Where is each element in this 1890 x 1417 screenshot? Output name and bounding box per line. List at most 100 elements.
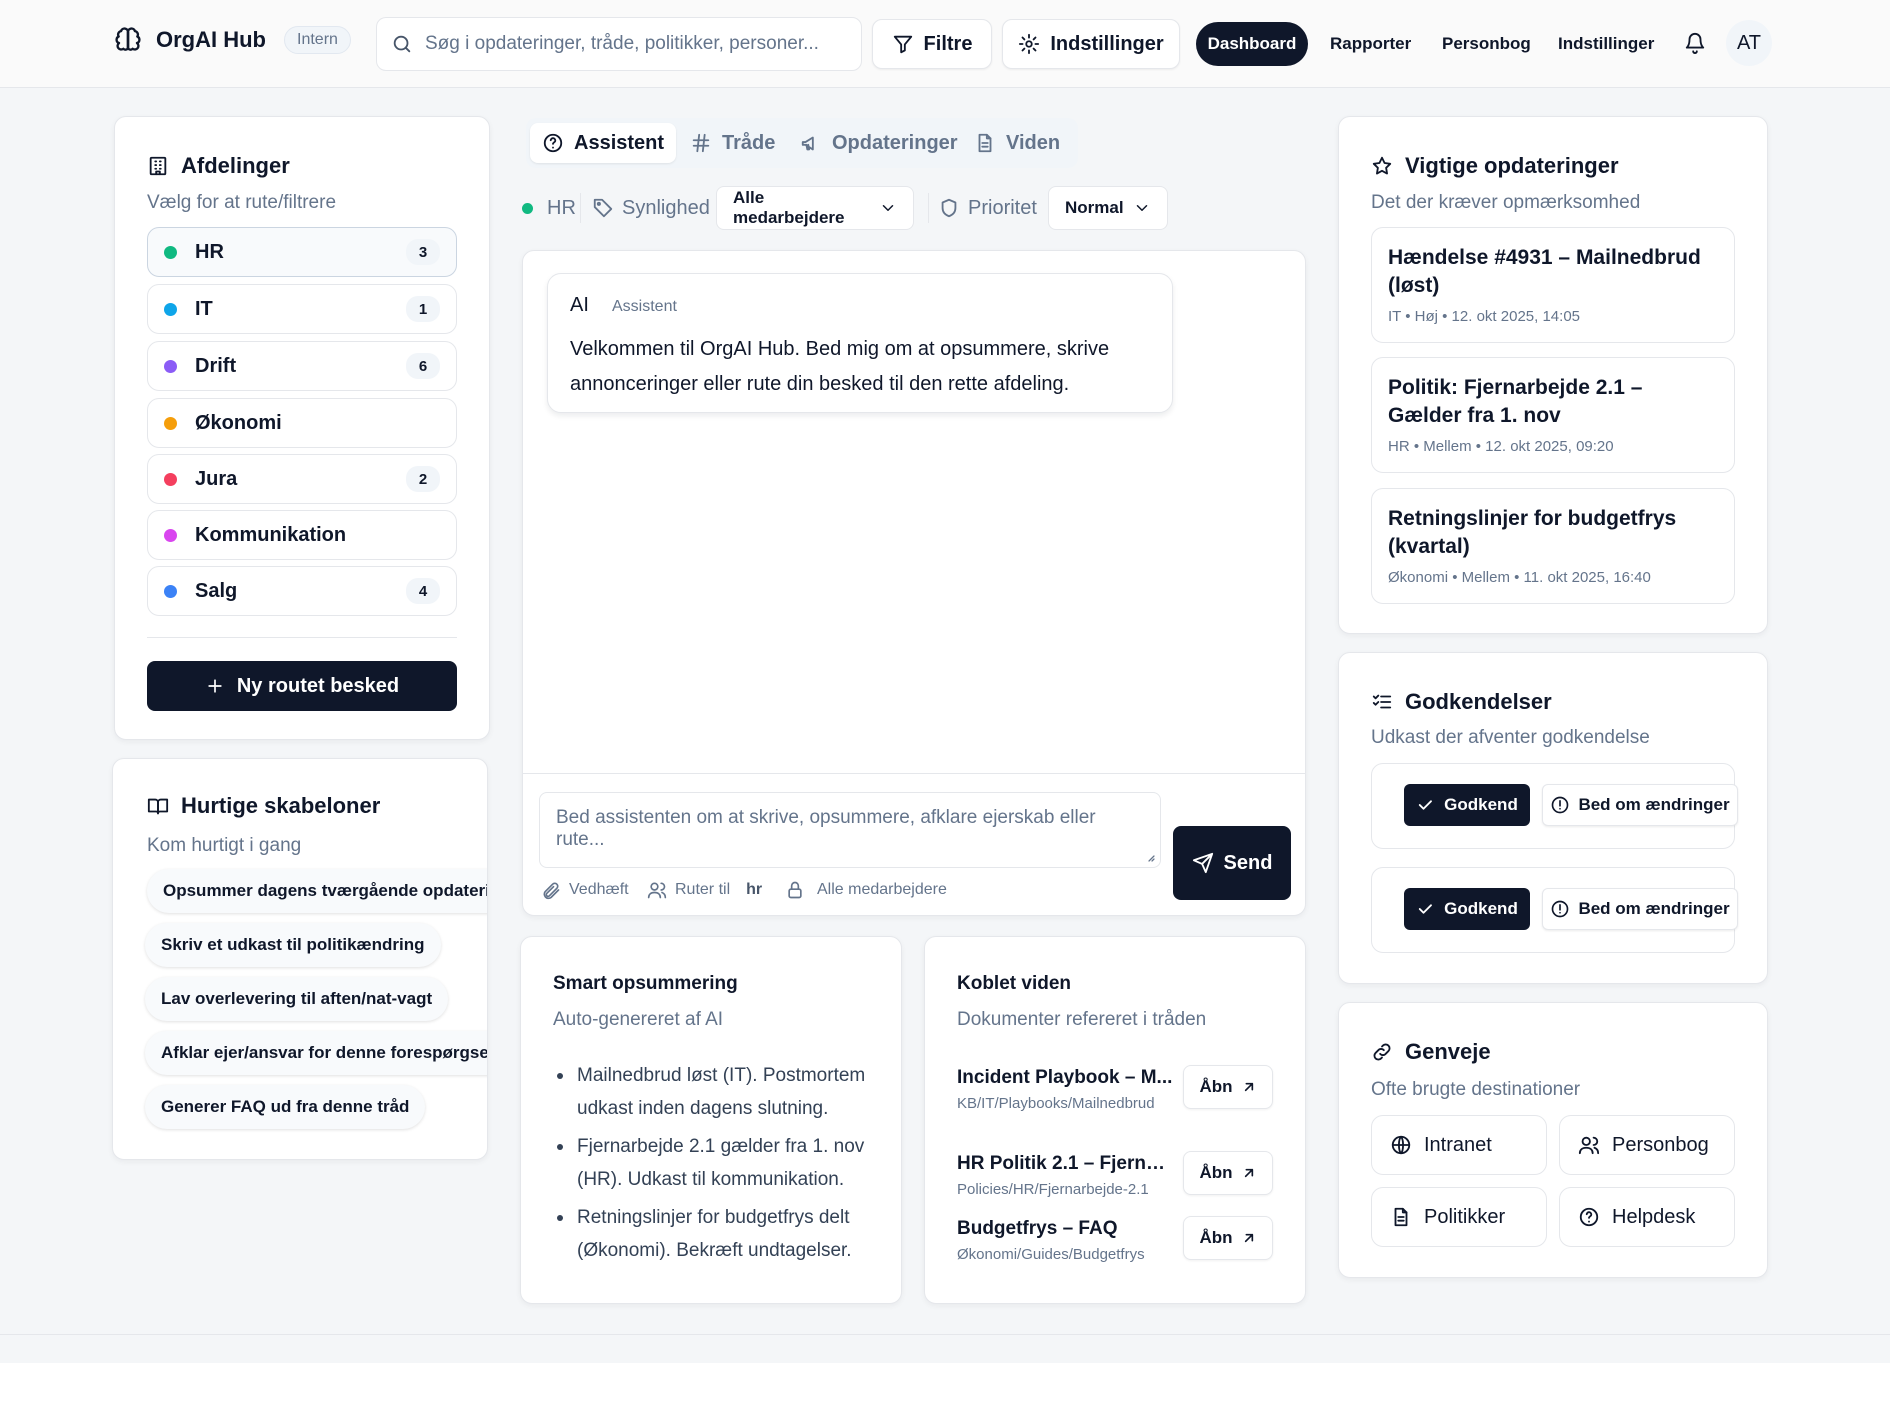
summary-subtitle: Auto-genereret af AI bbox=[553, 1009, 724, 1030]
divider bbox=[147, 637, 457, 638]
department-color-dot bbox=[164, 359, 177, 373]
approval-item: Godkend Bed om ændringer bbox=[1371, 763, 1738, 849]
approve-button[interactable]: Godkend bbox=[1404, 784, 1530, 826]
tab-assistant[interactable]: Assistent bbox=[530, 123, 677, 163]
shortcuts-subtitle: Ofte brugte destinationer bbox=[1371, 1079, 1581, 1100]
open-document-button[interactable]: Åbn bbox=[1183, 1216, 1273, 1260]
paperclip-icon bbox=[541, 880, 561, 900]
avatar[interactable]: AT bbox=[1726, 20, 1772, 66]
approve-label: Godkend bbox=[1444, 795, 1518, 814]
chat-input[interactable]: Bed assistenten om at skrive, opsummere,… bbox=[539, 792, 1161, 868]
new-routed-message-button[interactable]: Ny routet besked bbox=[147, 661, 457, 711]
list-checks-icon bbox=[1371, 691, 1393, 713]
bell-icon[interactable] bbox=[1684, 32, 1706, 54]
template-chip[interactable]: Generer FAQ ud fra denne tråd bbox=[145, 1085, 426, 1129]
tab-updates[interactable]: Opdateringer bbox=[788, 123, 970, 163]
open-document-button[interactable]: Åbn bbox=[1183, 1151, 1273, 1195]
approve-button[interactable]: Godkend bbox=[1404, 888, 1530, 930]
request-changes-label: Bed om ændringer bbox=[1578, 795, 1730, 814]
shortcut-label: Personbog bbox=[1612, 1133, 1709, 1156]
knowledge-subtitle: Dokumenter refereret i tråden bbox=[957, 1009, 1207, 1030]
open-label: Åbn bbox=[1199, 1077, 1233, 1096]
important-title: Vigtige opdateringer bbox=[1405, 153, 1619, 178]
gear-icon bbox=[1018, 33, 1040, 55]
shortcut-helpdesk[interactable]: Helpdesk bbox=[1559, 1187, 1735, 1247]
department-color-dot bbox=[164, 584, 177, 598]
alert-circle-icon bbox=[1550, 899, 1570, 919]
department-color-dot bbox=[164, 416, 177, 430]
department-label: HR bbox=[195, 240, 224, 263]
resize-handle-icon[interactable] bbox=[1144, 851, 1156, 863]
template-chip[interactable]: Skriv et udkast til politikændring bbox=[145, 923, 441, 967]
department-count: 4 bbox=[406, 578, 440, 604]
users-icon bbox=[647, 880, 667, 900]
footer-divider bbox=[0, 1334, 1890, 1335]
brand[interactable]: OrgAI Hub Intern bbox=[114, 26, 351, 54]
request-changes-button[interactable]: Bed om ændringer bbox=[1542, 784, 1738, 826]
attach-button[interactable]: Vedhæft bbox=[541, 880, 629, 900]
department-drift[interactable]: Drift 6 bbox=[147, 341, 457, 391]
nav-reports[interactable]: Rapporter bbox=[1330, 34, 1411, 54]
department-count: 6 bbox=[406, 353, 440, 379]
department-indicator[interactable]: HR bbox=[522, 186, 576, 230]
nav-dashboard[interactable]: Dashboard bbox=[1196, 22, 1308, 66]
knowledge-item-path: KB/IT/Playbooks/Mailnedbrud bbox=[957, 1095, 1155, 1112]
settings-button[interactable]: Indstillinger bbox=[1002, 19, 1180, 69]
department-kommunikation[interactable]: Kommunikation bbox=[147, 510, 457, 560]
send-button[interactable]: Send bbox=[1173, 826, 1291, 900]
update-item[interactable]: Hændelse #4931 – Mailnedbrud (løst) IT •… bbox=[1371, 227, 1735, 343]
update-item[interactable]: Retningslinjer for budgetfrys (kvartal) … bbox=[1371, 488, 1735, 604]
department-color-dot bbox=[164, 302, 177, 316]
knowledge-item: Incident Playbook – M... KB/IT/Playbooks… bbox=[957, 1067, 1175, 1114]
priority-label: Prioritet bbox=[968, 196, 1037, 219]
shortcut-policies[interactable]: Politikker bbox=[1371, 1187, 1547, 1247]
tab-label: Tråde bbox=[722, 131, 776, 154]
shortcut-people[interactable]: Personbog bbox=[1559, 1115, 1735, 1175]
department-label: Kommunikation bbox=[195, 523, 347, 546]
update-item[interactable]: Politik: Fjernarbejde 2.1 – Gælder fra 1… bbox=[1371, 357, 1735, 473]
knowledge-item-title: HR Politik 2.1 – Fjernar... bbox=[957, 1153, 1175, 1174]
hash-icon bbox=[690, 132, 712, 154]
tab-knowledge[interactable]: Viden bbox=[962, 123, 1072, 163]
template-chip[interactable]: Afklar ejer/ansvar for denne forespørgse… bbox=[145, 1031, 487, 1075]
shortcut-label: Politikker bbox=[1424, 1205, 1506, 1228]
template-chip[interactable]: Opsummer dagens tværgående opdateringer bbox=[147, 869, 487, 913]
department-jura[interactable]: Jura 2 bbox=[147, 454, 457, 504]
request-changes-button[interactable]: Bed om ændringer bbox=[1542, 888, 1738, 930]
nav-settings[interactable]: Indstillinger bbox=[1558, 34, 1654, 54]
filters-button[interactable]: Filtre bbox=[872, 19, 992, 69]
department-count: 3 bbox=[406, 239, 440, 265]
priority-select[interactable]: Normal bbox=[1048, 186, 1168, 230]
send-label: Send bbox=[1223, 851, 1273, 874]
department-okonomi[interactable]: Økonomi bbox=[147, 398, 457, 448]
shortcuts-title: Genveje bbox=[1405, 1039, 1491, 1064]
alert-circle-icon bbox=[1550, 795, 1570, 815]
chat-input-placeholder: Bed assistenten om at skrive, opsummere,… bbox=[556, 807, 1096, 850]
plus-icon bbox=[205, 676, 225, 696]
department-salg[interactable]: Salg 4 bbox=[147, 566, 457, 616]
approvals-subtitle: Udkast der afventer godkendelse bbox=[1371, 727, 1650, 748]
open-document-button[interactable]: Åbn bbox=[1183, 1065, 1273, 1109]
tab-label: Viden bbox=[1006, 131, 1061, 154]
visibility-value: Alle medarbejdere bbox=[733, 188, 845, 227]
department-it[interactable]: IT 1 bbox=[147, 284, 457, 334]
new-routed-message-label: Ny routet besked bbox=[236, 674, 400, 697]
approve-label: Godkend bbox=[1444, 899, 1518, 918]
department-hr[interactable]: HR 3 bbox=[147, 227, 457, 277]
nav-people[interactable]: Personbog bbox=[1442, 34, 1531, 54]
audience-label: Alle medarbejdere bbox=[817, 881, 947, 898]
tab-label: Assistent bbox=[574, 131, 665, 154]
divider bbox=[928, 193, 929, 223]
templates-list: Opsummer dagens tværgående opdateringer … bbox=[113, 759, 487, 1159]
page-bottom bbox=[0, 1363, 1890, 1417]
shortcuts-header: Genveje bbox=[1371, 1039, 1491, 1065]
departments-card: Afdelinger Vælg for at rute/filtrere HR … bbox=[114, 116, 490, 740]
important-header: Vigtige opdateringer bbox=[1371, 153, 1619, 179]
visibility-select[interactable]: Alle medarbejdere bbox=[716, 186, 914, 230]
ai-badge: AI bbox=[570, 294, 589, 316]
template-chip[interactable]: Lav overlevering til aften/nat-vagt bbox=[145, 977, 449, 1021]
tab-threads[interactable]: Tråde bbox=[678, 123, 787, 163]
search-input[interactable]: Søg i opdateringer, tråde, politikker, p… bbox=[376, 17, 862, 71]
approval-item: Godkend Bed om ændringer bbox=[1371, 867, 1738, 953]
shortcut-intranet[interactable]: Intranet bbox=[1371, 1115, 1547, 1175]
